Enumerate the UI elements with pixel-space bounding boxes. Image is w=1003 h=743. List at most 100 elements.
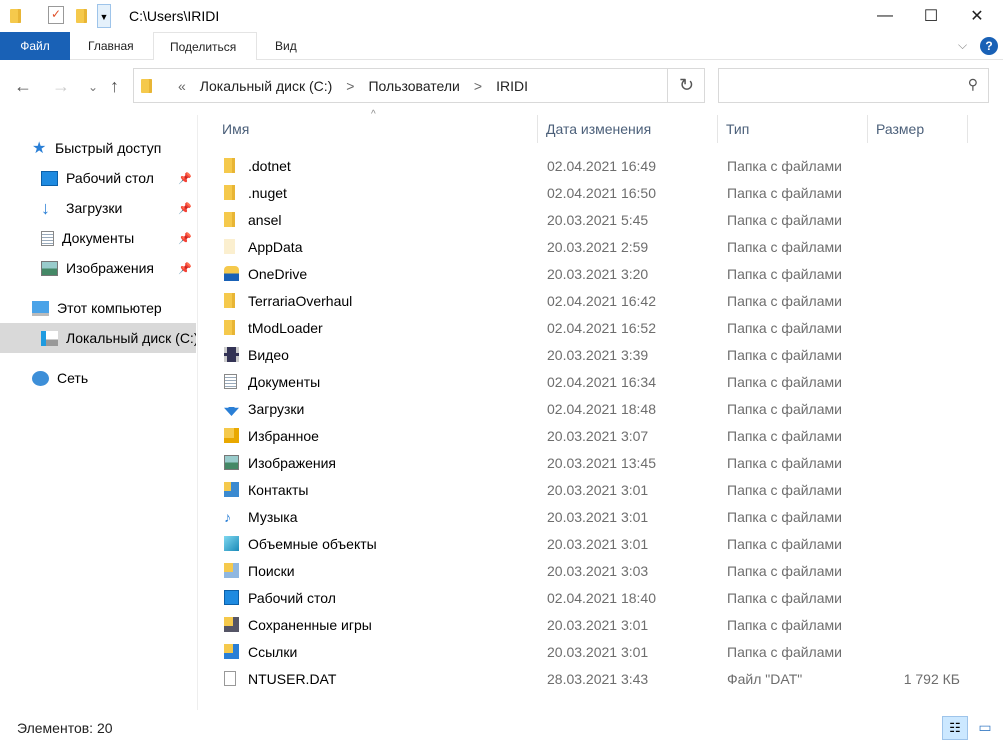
- refresh-icon[interactable]: ↻: [667, 69, 705, 102]
- hidden-folder-icon: [224, 239, 235, 254]
- sidebar-item-pictures[interactable]: Изображения 📌: [0, 253, 196, 283]
- recent-dropdown-icon[interactable]: ⌄: [88, 80, 98, 94]
- file-type: Папка с файлами: [727, 401, 842, 417]
- file-type: Папка с файлами: [727, 455, 842, 471]
- file-name: Видео: [248, 347, 289, 363]
- file-date: 02.04.2021 18:40: [547, 590, 656, 606]
- breadcrumb-iridi[interactable]: IRIDI: [496, 78, 528, 94]
- file-row[interactable]: Объемные объекты 20.03.2021 3:01 Папка с…: [216, 531, 976, 558]
- file-type: Папка с файлами: [727, 293, 842, 309]
- file-row[interactable]: Поиски 20.03.2021 3:03 Папка с файлами: [216, 558, 976, 585]
- file-type: Папка с файлами: [727, 239, 842, 255]
- tab-home[interactable]: Главная: [72, 32, 150, 60]
- computer-icon: [32, 300, 49, 316]
- file-type: Папка с файлами: [727, 347, 842, 363]
- column-date[interactable]: Дата изменения: [538, 115, 718, 143]
- details-view-icon[interactable]: ☷: [942, 716, 968, 740]
- file-type: Папка с файлами: [727, 185, 842, 201]
- column-type[interactable]: Тип: [718, 115, 868, 143]
- file-date: 20.03.2021 3:01: [547, 617, 649, 633]
- file-name: Рабочий стол: [248, 590, 336, 606]
- file-row[interactable]: OneDrive 20.03.2021 3:20 Папка с файлами: [216, 261, 976, 288]
- file-type: Папка с файлами: [727, 266, 842, 282]
- chevron-down-icon[interactable]: ⌵: [958, 38, 967, 53]
- file-row[interactable]: ♪ Музыка 20.03.2021 3:01 Папка с файлами: [216, 504, 976, 531]
- file-date: 20.03.2021 2:59: [547, 239, 649, 255]
- file-row[interactable]: Документы 02.04.2021 16:34 Папка с файла…: [216, 369, 976, 396]
- search-input[interactable]: ⚲: [718, 68, 989, 103]
- file-row[interactable]: Рабочий стол 02.04.2021 18:40 Папка с фа…: [216, 585, 976, 612]
- pin-icon[interactable]: 📌: [178, 172, 192, 185]
- file-row[interactable]: Видео 20.03.2021 3:39 Папка с файлами: [216, 342, 976, 369]
- file-row[interactable]: .dotnet 02.04.2021 16:49 Папка с файлами: [216, 153, 976, 180]
- sidebar-item-network[interactable]: Сеть: [0, 363, 196, 393]
- file-row[interactable]: Изображения 20.03.2021 13:45 Папка с фай…: [216, 450, 976, 477]
- file-type: Папка с файлами: [727, 428, 842, 444]
- file-row[interactable]: Ссылки 20.03.2021 3:01 Папка с файлами: [216, 639, 976, 666]
- file-name: ansel: [248, 212, 282, 228]
- file-row[interactable]: Избранное 20.03.2021 3:07 Папка с файлам…: [216, 423, 976, 450]
- sidebar-item-label: Сеть: [57, 370, 89, 386]
- tab-view[interactable]: Вид: [259, 32, 313, 60]
- file-date: 20.03.2021 3:01: [547, 536, 649, 552]
- column-name[interactable]: Имя: [214, 115, 538, 143]
- pictures-icon: [224, 455, 239, 470]
- file-date: 20.03.2021 3:20: [547, 266, 649, 282]
- sidebar-item-documents[interactable]: Документы 📌: [0, 223, 196, 253]
- file-row[interactable]: NTUSER.DAT 28.03.2021 3:43 Файл "DAT" 1 …: [216, 666, 976, 693]
- close-button[interactable]: ✕: [954, 0, 1000, 32]
- column-size[interactable]: Размер: [868, 115, 968, 143]
- help-icon[interactable]: ?: [980, 37, 998, 55]
- sidebar-item-desktop[interactable]: Рабочий стол 📌: [0, 163, 196, 193]
- file-date: 20.03.2021 3:03: [547, 563, 649, 579]
- file-name: TerrariaOverhaul: [248, 293, 353, 309]
- file-date: 20.03.2021 3:01: [547, 509, 649, 525]
- file-row[interactable]: Сохраненные игры 20.03.2021 3:01 Папка с…: [216, 612, 976, 639]
- file-row[interactable]: Контакты 20.03.2021 3:01 Папка с файлами: [216, 477, 976, 504]
- breadcrumb-drive[interactable]: Локальный диск (C:): [200, 78, 333, 94]
- back-icon[interactable]: ←: [14, 76, 32, 97]
- file-name: .nuget: [248, 185, 287, 201]
- folder-icon: [10, 9, 21, 23]
- breadcrumb-separator[interactable]: >: [346, 78, 354, 94]
- file-name: Избранное: [248, 428, 319, 444]
- file-type: Файл "DAT": [727, 671, 803, 687]
- pin-icon[interactable]: 📌: [178, 202, 192, 215]
- ribbon: Файл Главная Поделиться Вид ⌵ ?: [0, 32, 1003, 60]
- breadcrumb-separator[interactable]: >: [474, 78, 482, 94]
- desktop-icon: [41, 170, 58, 186]
- file-row[interactable]: ansel 20.03.2021 5:45 Папка с файлами: [216, 207, 976, 234]
- tab-share[interactable]: Поделиться: [153, 32, 257, 60]
- properties-icon[interactable]: ✓: [48, 6, 64, 24]
- sidebar-item-downloads[interactable]: ↓ Загрузки 📌: [0, 193, 196, 223]
- minimize-button[interactable]: —: [862, 0, 908, 32]
- breadcrumb-users[interactable]: Пользователи: [368, 78, 459, 94]
- file-date: 02.04.2021 16:50: [547, 185, 656, 201]
- file-row[interactable]: tModLoader 02.04.2021 16:52 Папка с файл…: [216, 315, 976, 342]
- tab-file[interactable]: Файл: [0, 32, 70, 60]
- quick-access-dropdown-icon[interactable]: ▼: [97, 4, 111, 28]
- address-bar[interactable]: « Локальный диск (C:) > Пользователи > I…: [133, 68, 705, 103]
- maximize-button[interactable]: ☐: [908, 0, 954, 32]
- file-row[interactable]: AppData 20.03.2021 2:59 Папка с файлами: [216, 234, 976, 261]
- download-icon: ↓: [41, 197, 50, 218]
- column-header: ^ Имя Дата изменения Тип Размер: [199, 109, 1003, 143]
- sidebar-item-local-disk[interactable]: Локальный диск (C:): [0, 323, 196, 353]
- sidebar-item-quick-access[interactable]: ★ Быстрый доступ: [0, 133, 196, 163]
- pin-icon[interactable]: 📌: [178, 262, 192, 275]
- search-icon: ⚲: [967, 76, 978, 92]
- saved-games-icon: [224, 617, 239, 632]
- file-row[interactable]: TerrariaOverhaul 02.04.2021 16:42 Папка …: [216, 288, 976, 315]
- overflow-chevron[interactable]: «: [178, 78, 186, 94]
- file-row[interactable]: Загрузки 02.04.2021 18:48 Папка с файлам…: [216, 396, 976, 423]
- up-icon[interactable]: ↑: [110, 76, 119, 97]
- file-row[interactable]: .nuget 02.04.2021 16:50 Папка с файлами: [216, 180, 976, 207]
- large-icons-view-icon[interactable]: ▭: [972, 716, 998, 740]
- network-icon: [32, 370, 49, 386]
- sidebar-item-this-pc[interactable]: Этот компьютер: [0, 293, 196, 323]
- forward-icon[interactable]: →: [52, 76, 70, 97]
- file-name: OneDrive: [248, 266, 308, 282]
- pictures-icon: [41, 260, 58, 276]
- new-folder-icon[interactable]: [76, 9, 87, 23]
- pin-icon[interactable]: 📌: [178, 232, 192, 245]
